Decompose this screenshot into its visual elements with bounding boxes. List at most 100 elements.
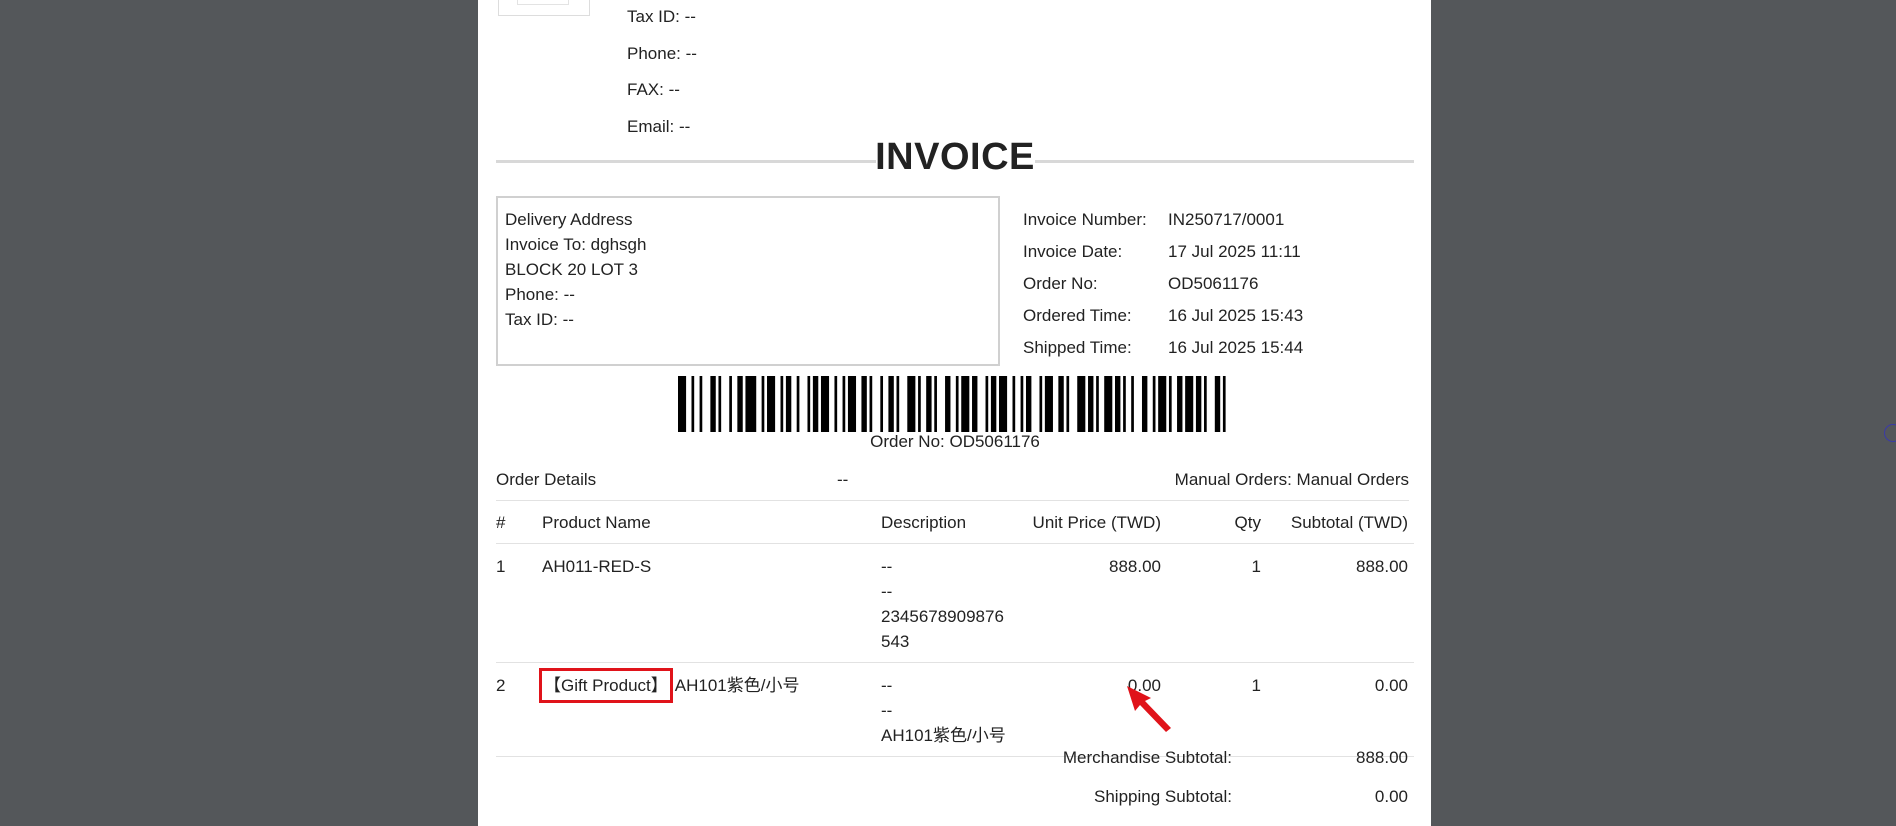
barcode-bar xyxy=(1214,376,1221,432)
barcode-bar xyxy=(780,376,784,432)
barcode-bar xyxy=(955,376,959,432)
barcode-bar xyxy=(718,376,722,432)
barcode-bar xyxy=(1177,376,1183,432)
invoice-page: Tax ID: -- Phone: -- FAX: -- Email: -- I… xyxy=(478,0,1431,826)
total-value: 0.00 xyxy=(1374,787,1408,806)
table-row: 2 【Gift Product】 AH101紫色/小号 -- -- AH101紫色… xyxy=(496,662,1414,757)
invoice-to: Invoice To: dghsgh xyxy=(505,235,647,254)
barcode-bar xyxy=(985,376,989,432)
circle-icon[interactable] xyxy=(1884,424,1896,442)
order-source: Manual Orders: Manual Orders xyxy=(1174,470,1409,489)
desc-line: 2345678909876 xyxy=(881,607,1004,626)
col-header-qty: Qty xyxy=(1167,500,1267,544)
info-row: Invoice Date: 17 Jul 2025 11:11 xyxy=(1023,239,1303,271)
barcode-bar xyxy=(945,376,951,432)
barcode-bar xyxy=(1123,376,1126,432)
barcode-bar xyxy=(926,376,932,432)
row-num: 2 xyxy=(496,662,542,757)
info-label: Order No: xyxy=(1023,274,1098,293)
table-header-row: # Product Name Description Unit Price (T… xyxy=(496,500,1414,544)
delivery-address-box: Delivery Address Invoice To: dghsgh BLOC… xyxy=(496,196,1000,366)
info-value: 16 Jul 2025 15:43 xyxy=(1168,306,1304,325)
arrow-icon xyxy=(1127,686,1171,732)
barcode-bar xyxy=(745,376,757,432)
info-value: 16 Jul 2025 15:44 xyxy=(1168,338,1304,357)
barcode-bar xyxy=(729,376,732,432)
barcode-bar xyxy=(1185,376,1194,432)
row-num: 1 xyxy=(496,543,542,663)
invoice-info: Invoice Number: IN250717/0001 Invoice Da… xyxy=(1023,207,1303,367)
barcode-bar xyxy=(847,376,857,432)
info-value: 17 Jul 2025 11:11 xyxy=(1168,242,1301,261)
barcode-bar xyxy=(1088,376,1094,432)
row-product: AH101紫色/小号 xyxy=(674,676,800,695)
row-qty: 1 xyxy=(1167,662,1267,757)
barcode-bar xyxy=(1115,376,1121,432)
barcode-bar xyxy=(842,376,846,432)
desc-line: 543 xyxy=(881,632,910,651)
row-subtotal: 888.00 xyxy=(1267,543,1414,663)
barcode-bar xyxy=(699,376,703,432)
barcode-bar xyxy=(796,376,800,432)
barcode-bar xyxy=(737,376,743,432)
barcode-bar xyxy=(861,376,867,432)
info-value: OD5061176 xyxy=(1168,274,1259,293)
barcode-bar xyxy=(691,376,695,432)
info-label: Shipped Time: xyxy=(1023,338,1132,357)
col-header-num: # xyxy=(496,500,542,544)
order-details-middle: -- xyxy=(837,470,849,489)
delivery-phone: Phone: -- xyxy=(505,285,575,304)
barcode-bar xyxy=(1104,376,1113,432)
barcode-bar xyxy=(999,376,1008,432)
barcode-caption: Order No: OD5061176 xyxy=(870,432,1040,451)
store-fax: FAX: -- xyxy=(627,80,680,99)
barcode-bar xyxy=(972,376,978,432)
col-header-subtotal: Subtotal (TWD) xyxy=(1267,500,1414,544)
delivery-tax-id: Tax ID: -- xyxy=(505,310,574,329)
totals-section: Merchandise Subtotal: 888.00 Shipping Su… xyxy=(496,744,1414,822)
barcode-bar xyxy=(869,376,873,432)
barcode-bar xyxy=(820,376,830,432)
barcode-bar xyxy=(1222,376,1226,432)
barcode-bar xyxy=(767,376,776,432)
barcode-bar xyxy=(896,376,900,432)
desc-line: -- xyxy=(881,676,893,695)
col-header-unit-price: Unit Price (TWD) xyxy=(1011,500,1167,544)
info-row: Order No: OD5061176 xyxy=(1023,271,1303,303)
barcode-bar xyxy=(1152,376,1156,432)
items-table: # Product Name Description Unit Price (T… xyxy=(496,500,1414,757)
barcode-bar xyxy=(1195,376,1202,432)
barcode-bar xyxy=(761,376,765,432)
barcode-bar xyxy=(812,376,819,432)
barcode-bar xyxy=(961,376,970,432)
barcode-bar xyxy=(1158,376,1167,432)
invoice-title-row: INVOICE xyxy=(496,134,1414,186)
barcode-bar xyxy=(1131,376,1134,432)
order-details-row: Order Details -- Manual Orders: Manual O… xyxy=(496,468,1409,501)
info-label: Ordered Time: xyxy=(1023,306,1132,325)
barcode-bar xyxy=(1039,376,1043,432)
total-row-shipping: Shipping Subtotal: 0.00 xyxy=(496,783,1414,822)
row-product: AH011-RED-S xyxy=(542,543,881,663)
barcode-bar xyxy=(1012,376,1016,432)
store-logo xyxy=(498,0,590,16)
total-label: Merchandise Subtotal: xyxy=(1062,748,1232,767)
barcode-bar xyxy=(1141,376,1148,432)
barcode-bar xyxy=(1058,376,1064,432)
barcode-bar xyxy=(918,376,921,432)
row-product-cell: 【Gift Product】 AH101紫色/小号 xyxy=(539,662,881,757)
order-details-label: Order Details xyxy=(496,470,597,489)
info-row: Shipped Time: 16 Jul 2025 15:44 xyxy=(1023,335,1303,367)
store-info: Tax ID: -- Phone: -- FAX: -- Email: -- xyxy=(627,6,697,152)
info-value: IN250717/0001 xyxy=(1168,210,1285,229)
barcode-bar xyxy=(880,376,884,432)
col-header-product: Product Name xyxy=(542,500,881,544)
desc-line: -- xyxy=(881,701,893,720)
delivery-address-line: BLOCK 20 LOT 3 xyxy=(505,260,638,279)
store-tax-id: Tax ID: -- xyxy=(627,7,696,26)
row-description: -- -- AH101紫色/小号 xyxy=(881,662,1011,757)
store-phone: Phone: -- xyxy=(627,43,697,63)
barcode-bar xyxy=(710,376,716,432)
row-unit-price: 888.00 xyxy=(1011,543,1167,663)
barcode-bar xyxy=(1077,376,1086,432)
